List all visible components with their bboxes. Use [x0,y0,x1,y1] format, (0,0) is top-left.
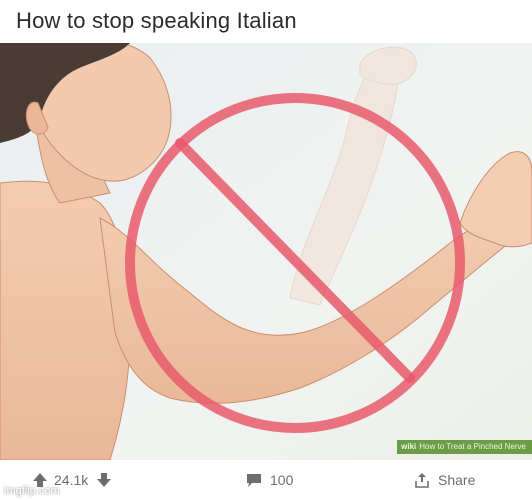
torso [0,180,131,460]
share-button[interactable]: Share [414,470,475,490]
imgflip-watermark: imgflip.com [4,485,60,497]
share-label: Share [438,472,476,488]
post-title: How to stop speaking Italian [16,8,297,33]
comment-icon [246,472,262,488]
action-bar: 24.1k 100 Share [0,460,532,500]
comment-count: 100 [270,472,294,488]
downvote-arrow-icon[interactable] [96,472,112,488]
illustration [0,43,532,460]
share-icon [414,472,430,488]
wikihow-badge: wiki How to Treat a Pinched Nerve [397,440,532,454]
meme-image: wiki How to Treat a Pinched Nerve [0,43,532,460]
comments-button[interactable]: 100 [246,470,293,490]
